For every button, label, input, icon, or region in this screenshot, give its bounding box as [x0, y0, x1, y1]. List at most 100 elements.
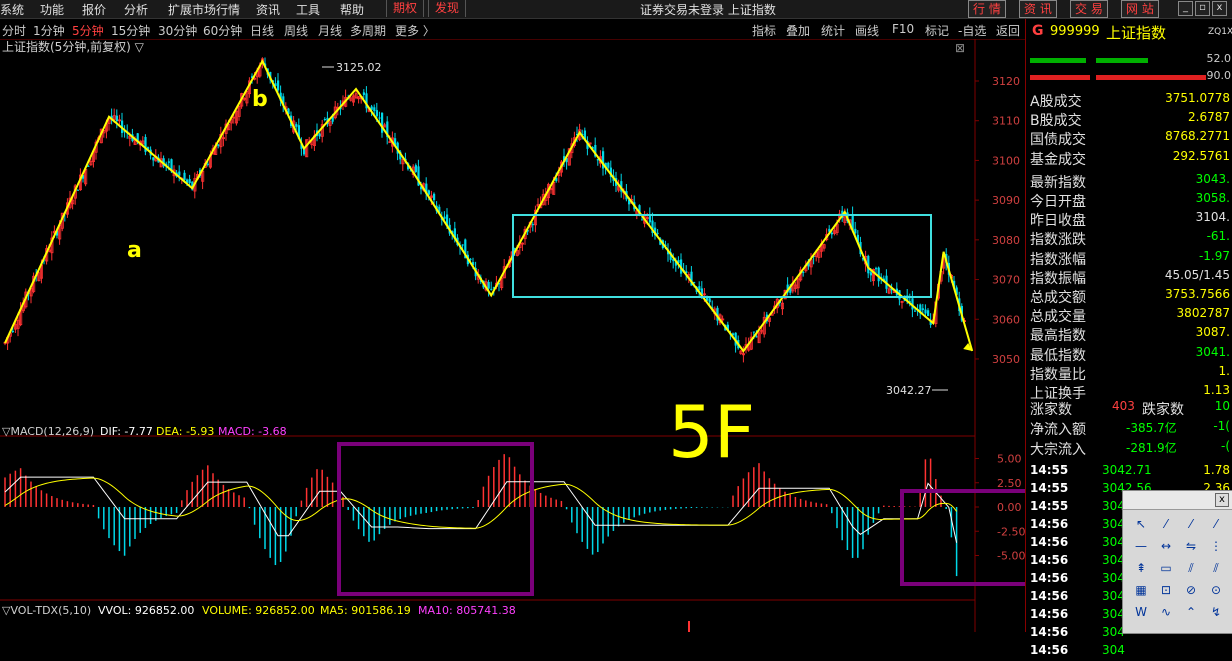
top-nav-button-3[interactable]: 网 站	[1121, 0, 1159, 18]
candle-body	[188, 179, 191, 184]
menu-item-4[interactable]: 扩展市场行情	[168, 1, 240, 18]
price-axis-tick: 3080	[992, 234, 1020, 247]
draw-tool-ray-icon[interactable]: ⁄	[1181, 515, 1201, 533]
period-2[interactable]: 5分钟	[72, 22, 104, 39]
chart-tool-6[interactable]: -自选	[958, 22, 986, 39]
quote-row: 指数振幅 45.05/1.45	[1030, 268, 1230, 287]
price-axis-tick: 3120	[992, 75, 1020, 88]
period-0[interactable]: 分时	[2, 22, 26, 39]
flow-row: 大宗流入 -281.9亿 -(	[1030, 439, 1230, 458]
quote-row: 最高指数 3087.	[1030, 325, 1230, 344]
draw-tool-fib-icon[interactable]: ⇞	[1131, 559, 1151, 577]
top-nav-button-0[interactable]: 行 情	[968, 0, 1006, 18]
toolbox-header[interactable]: x	[1123, 491, 1232, 510]
quote-value: 292.5761	[1172, 148, 1230, 163]
quote-value: 45.05/1.45	[1164, 267, 1230, 282]
period-7[interactable]: 周线	[284, 22, 308, 39]
top-nav-button-2[interactable]: 交 易	[1070, 0, 1108, 18]
tick-volume: 1.78	[1203, 463, 1230, 477]
chart-tool-3[interactable]: 画线	[855, 22, 879, 39]
wave-trendline[interactable]	[4, 58, 974, 353]
draw-tool-channel2-icon[interactable]: ⫽	[1206, 559, 1226, 577]
vol-name[interactable]: ▽VOL-TDX(5,10)	[2, 604, 91, 617]
macd-highlight-box-1[interactable]	[337, 442, 534, 596]
draw-tool-select-icon[interactable]: ↖	[1131, 515, 1151, 533]
menu-item-2[interactable]: 报价	[82, 1, 106, 18]
candle-body	[414, 165, 417, 172]
chart-tool-0[interactable]: 指标	[752, 22, 776, 39]
draw-tool-cycle-icon[interactable]: ⊘	[1181, 581, 1201, 599]
menu-item-5[interactable]: 资讯	[256, 1, 280, 18]
quote-label: 国债成交	[1030, 132, 1086, 149]
macd-name[interactable]: ▽MACD(12,26,9)	[2, 425, 94, 438]
menu-item-1[interactable]: 功能	[40, 1, 64, 18]
chart-tool-7[interactable]: 返回	[996, 22, 1020, 39]
candle-body	[87, 165, 90, 167]
menu-item-3[interactable]: 分析	[124, 1, 148, 18]
draw-tool-circle-icon[interactable]: ⊙	[1206, 581, 1226, 599]
draw-tool-box-icon[interactable]: ⊡	[1156, 581, 1176, 599]
close-icon[interactable]: x	[1212, 1, 1227, 16]
flow-value-2: -(	[1220, 439, 1230, 453]
candle-body	[76, 189, 79, 191]
chart-tool-4[interactable]: F10	[892, 22, 914, 36]
draw-tool-line-icon[interactable]: ⁄	[1206, 515, 1226, 533]
draw-tool-arrow-line-icon[interactable]: ↔	[1156, 537, 1176, 555]
draw-tool-grid-icon[interactable]: ▦	[1131, 581, 1151, 599]
quote-value: 1.13	[1203, 383, 1230, 397]
macd-value: MACD: -3.68	[218, 425, 287, 438]
menu-tab-1[interactable]: 发现	[428, 0, 467, 17]
chart-tool-5[interactable]: 标记	[925, 22, 949, 39]
close-icon[interactable]: x	[1215, 493, 1229, 507]
period-5[interactable]: 60分钟	[203, 22, 242, 39]
low-price-label: 3042.27	[886, 384, 932, 397]
draw-tool-segment-icon[interactable]: ⁄	[1156, 515, 1176, 533]
menu-item-0[interactable]: 系统	[0, 1, 24, 18]
chart-close-icon[interactable]: ⊠	[955, 41, 965, 55]
quote-row: 最新指数 3043.	[1030, 172, 1230, 191]
period-9[interactable]: 多周期	[350, 22, 386, 39]
menu-item-6[interactable]: 工具	[296, 1, 320, 18]
draw-tool-peak-icon[interactable]: ⌃	[1181, 603, 1201, 621]
draw-tool-parallel-icon[interactable]: ⇋	[1181, 537, 1201, 555]
draw-tool-vline-icon[interactable]: ⋮	[1206, 537, 1226, 555]
strength-bar	[1096, 75, 1206, 80]
quote-row: B股成交 2.6787	[1030, 110, 1230, 129]
tick-time: 14:56	[1030, 535, 1069, 549]
top-nav-button-1[interactable]: 资 讯	[1019, 0, 1057, 18]
price-axis-tick: 3050	[992, 353, 1020, 366]
flow-label: 大宗流入	[1030, 442, 1086, 458]
down-count: 10	[1214, 399, 1230, 413]
candle-body	[641, 219, 644, 221]
draw-tool-wave-w-icon[interactable]: W	[1131, 603, 1151, 621]
period-8[interactable]: 月线	[318, 22, 342, 39]
quote-label: 指数涨幅	[1030, 251, 1086, 268]
period-4[interactable]: 30分钟	[158, 22, 197, 39]
tick-row: 14:55 3042.71 1.78	[1030, 463, 1230, 481]
draw-tool-arrow-icon[interactable]: ↯	[1206, 603, 1226, 621]
quote-value: 3753.7566	[1165, 287, 1230, 301]
menu-item-7[interactable]: 帮助	[340, 1, 364, 18]
period-1[interactable]: 1分钟	[33, 22, 65, 39]
quote-row: 昨日收盘 3104.	[1030, 210, 1230, 229]
draw-tool-rect-icon[interactable]: ▭	[1156, 559, 1176, 577]
chart-tool-2[interactable]: 统计	[821, 22, 845, 39]
chart-tool-1[interactable]: 叠加	[786, 22, 810, 39]
drawing-toolbox[interactable]: x ↖ ⁄ ⁄ ⁄ — ↔ ⇋ ⋮ ⇞ ▭ ⫽ ⫽ ▦ ⊡ ⊘ ⊙ W ∿ ⌃ ↯	[1122, 490, 1232, 634]
quote-row: 基金成交 292.5761	[1030, 149, 1230, 168]
candle-body	[362, 92, 365, 95]
period-3[interactable]: 15分钟	[111, 22, 150, 39]
kline-chart[interactable]: 上证指数(5分钟,前复权) ▽ ⊠ 3120 3110 3100 3090 3080 3070…	[0, 39, 1025, 632]
period-10[interactable]: 更多 〉	[395, 22, 435, 39]
macd-axis-tick: 0.00	[997, 501, 1022, 514]
period-6[interactable]: 日线	[250, 22, 274, 39]
minimize-icon[interactable]: _	[1178, 1, 1193, 16]
draw-tool-channel-icon[interactable]: ⫽	[1181, 559, 1201, 577]
restore-icon[interactable]: ▫	[1195, 1, 1210, 16]
candle-body	[708, 298, 711, 303]
menu-tab-0[interactable]: 期权	[386, 0, 425, 17]
quote-label: 基金成交	[1030, 151, 1086, 168]
quote-label: A股成交	[1030, 94, 1082, 110]
draw-tool-wave-icon[interactable]: ∿	[1156, 603, 1176, 621]
draw-tool-hline-icon[interactable]: —	[1131, 537, 1151, 555]
